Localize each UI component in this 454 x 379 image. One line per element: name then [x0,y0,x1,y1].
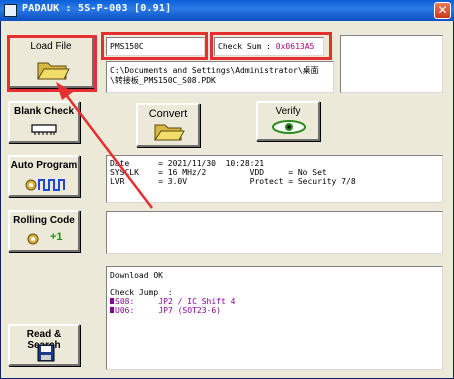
annotation-arrow [56,82,153,209]
